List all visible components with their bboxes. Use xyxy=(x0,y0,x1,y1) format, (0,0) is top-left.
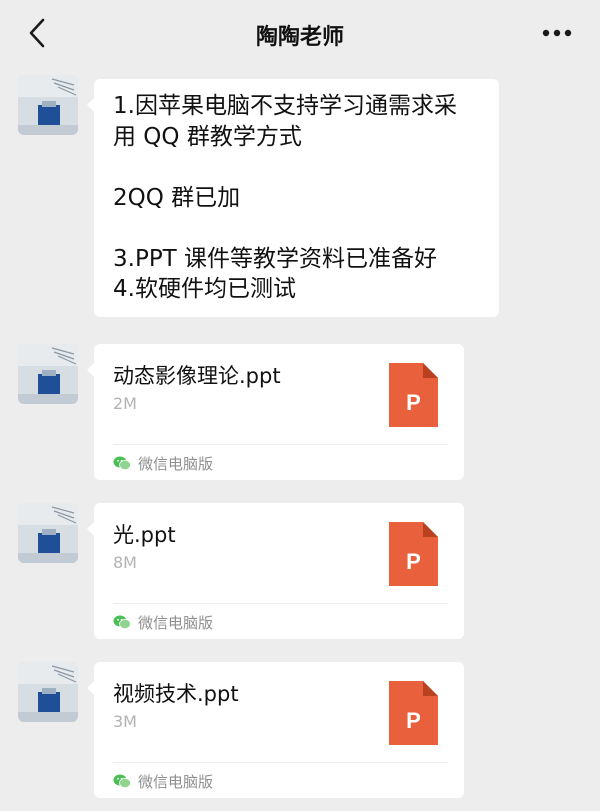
card-divider xyxy=(113,444,448,445)
sender-avatar[interactable] xyxy=(18,503,78,563)
message-line: 1.因苹果电脑不支持学习通需求采 xyxy=(113,93,457,119)
message-line: 2QQ 群已加 xyxy=(113,184,241,211)
ppt-file-icon: P xyxy=(389,363,438,427)
chat-title: 陶陶老师 xyxy=(255,25,344,50)
ppt-icon-letter: P xyxy=(406,708,421,733)
ppt-icon-letter: P xyxy=(406,549,421,574)
text-message-bubble[interactable]: 1.因苹果电脑不支持学习通需求采 用 QQ 群教学方式 2QQ 群已加 3.PP… xyxy=(87,79,499,317)
card-divider xyxy=(113,762,448,763)
wechat-logo-icon xyxy=(113,615,131,629)
message-line: 4.软硬件均已测试 xyxy=(113,276,296,302)
more-button[interactable] xyxy=(540,18,574,48)
file-name: 动态影像理论.ppt xyxy=(113,364,281,388)
source-label: 微信电脑版 xyxy=(138,454,214,473)
avatar-image xyxy=(18,662,78,722)
sender-avatar[interactable] xyxy=(18,662,78,722)
file-message-card[interactable]: 视频技术.ppt 3M P 微信电脑版 xyxy=(87,662,464,798)
source-label: 微信电脑版 xyxy=(138,772,214,791)
card-divider xyxy=(113,603,448,604)
file-size: 2M xyxy=(113,394,137,413)
avatar-image xyxy=(18,75,78,135)
source-label: 微信电脑版 xyxy=(138,613,214,632)
message-line: 3.PPT 课件等教学资料已准备好 xyxy=(113,245,438,272)
file-name: 光.ppt xyxy=(113,523,176,547)
source-row: 微信电脑版 xyxy=(113,452,213,474)
ppt-file-icon: P xyxy=(389,681,438,745)
file-size: 3M xyxy=(113,712,137,731)
ppt-file-icon: P xyxy=(389,522,438,586)
wechat-logo-icon xyxy=(113,774,131,788)
file-message-card[interactable]: 光.ppt 8M P 微信电脑版 xyxy=(87,503,464,639)
more-dots-icon xyxy=(542,29,572,37)
source-row: 微信电脑版 xyxy=(113,611,213,633)
source-row: 微信电脑版 xyxy=(113,770,213,792)
file-size: 8M xyxy=(113,553,137,572)
avatar-image xyxy=(18,503,78,563)
nav-bar: 陶陶老师 xyxy=(0,0,600,66)
sender-avatar[interactable] xyxy=(18,344,78,404)
wechat-logo-icon xyxy=(113,456,131,470)
avatar-image xyxy=(18,344,78,404)
ppt-icon-letter: P xyxy=(406,390,421,415)
sender-avatar[interactable] xyxy=(18,75,78,135)
file-name: 视频技术.ppt xyxy=(113,682,239,706)
file-message-card[interactable]: 动态影像理论.ppt 2M P 微信电脑版 xyxy=(87,344,464,480)
message-line: 用 QQ 群教学方式 xyxy=(113,123,302,150)
